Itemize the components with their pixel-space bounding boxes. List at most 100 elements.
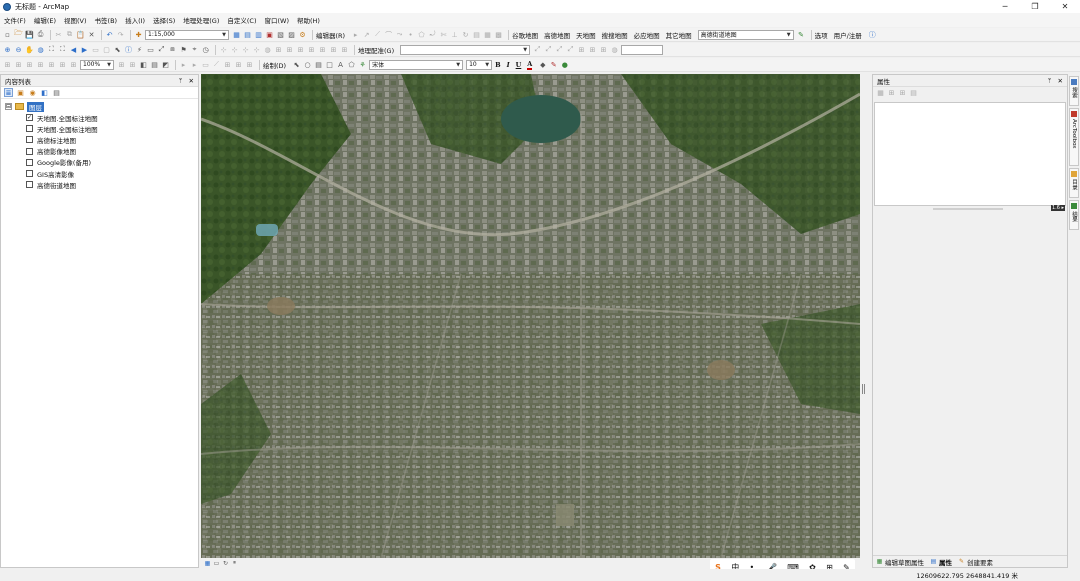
layout-tool-3-icon[interactable]: ⊞: [25, 60, 34, 69]
point-icon[interactable]: •: [406, 30, 415, 39]
options-icon[interactable]: ▤: [52, 88, 61, 97]
python-window-icon[interactable]: ▨: [287, 30, 296, 39]
layer-row[interactable]: 高德街道地图: [1, 179, 198, 190]
layer-visibility-checkbox[interactable]: [26, 158, 33, 166]
georef-tool-9-icon[interactable]: ⊞: [307, 45, 316, 54]
undo-icon[interactable]: ↶: [105, 30, 114, 39]
georef-tool-10-icon[interactable]: ⊞: [318, 45, 327, 54]
layer-name[interactable]: 高德街道地图: [37, 180, 76, 190]
side-tab-arctoolbox[interactable]: ArcToolbox: [1069, 108, 1079, 166]
pan-icon[interactable]: ✋: [25, 45, 34, 54]
info-icon[interactable]: ⓘ: [868, 30, 877, 39]
zoom-out-icon[interactable]: ⊖: [14, 45, 23, 54]
map-source-bing[interactable]: 必应地图: [634, 30, 660, 40]
rotate-element-icon[interactable]: ○: [303, 60, 312, 69]
side-tab-catalog[interactable]: 目录: [1069, 168, 1079, 198]
layout-tool-10-icon[interactable]: ◧: [139, 60, 148, 69]
html-popup-icon[interactable]: ▭: [146, 45, 155, 54]
find-icon[interactable]: ⧈: [168, 45, 177, 54]
layer-visibility-checkbox[interactable]: [26, 181, 33, 189]
full-extent-icon[interactable]: ◍: [36, 45, 45, 54]
layer-row[interactable]: GIS高清影像: [1, 168, 198, 179]
split-icon[interactable]: ⊥: [450, 30, 459, 39]
font-name-combo[interactable]: 宋体 ▼: [369, 59, 464, 70]
underline-button[interactable]: U: [516, 61, 522, 69]
zoom-in-icon[interactable]: ⊕: [3, 45, 12, 54]
georef-tool-20-icon[interactable]: ◍: [610, 45, 619, 54]
hyperlink-icon[interactable]: ⚡: [135, 45, 144, 54]
layer-name[interactable]: 天地图.全国标注地图: [37, 124, 98, 134]
delete-icon[interactable]: ✕: [87, 30, 96, 39]
editor-toolbar-icon[interactable]: ▦: [232, 30, 241, 39]
layer-visibility-checkbox[interactable]: [26, 170, 33, 178]
line-color-icon[interactable]: ✎: [549, 60, 558, 69]
fixed-zoom-out-icon[interactable]: ⛶: [58, 45, 67, 54]
layer-group-name[interactable]: 图层: [27, 101, 44, 112]
menu-file[interactable]: 文件(F): [4, 15, 26, 25]
select-elements-pointer-icon[interactable]: ⬉: [292, 60, 301, 69]
layout-tool-1-icon[interactable]: ⊞: [3, 60, 12, 69]
layer-row[interactable]: ✓ 天地图.全国标注地图: [1, 112, 198, 123]
layout-tool-2-icon[interactable]: ⊞: [14, 60, 23, 69]
georef-tool-16-icon[interactable]: ⤢: [566, 45, 575, 54]
layout-tool-11-icon[interactable]: ▤: [150, 60, 159, 69]
layer-group-row[interactable]: ⊟ 图层: [1, 101, 198, 112]
marker-color-icon[interactable]: ●: [560, 60, 569, 69]
layout-tool-12-icon[interactable]: ◩: [161, 60, 170, 69]
edit-vertices-draw-icon[interactable]: ⬠: [347, 60, 356, 69]
properties-close-icon[interactable]: ✕: [1058, 77, 1063, 85]
create-features-icon[interactable]: ▩: [494, 30, 503, 39]
data-view-icon[interactable]: ▦: [204, 560, 211, 567]
arctoolbox-icon[interactable]: ▧: [276, 30, 285, 39]
measure-icon[interactable]: ⤢: [157, 45, 166, 54]
properties-scrollbar[interactable]: [933, 208, 1003, 210]
list-by-drawing-order-icon[interactable]: ≣: [4, 88, 13, 97]
sketch-properties-icon[interactable]: ▦: [483, 30, 492, 39]
close-button[interactable]: ✕: [1050, 0, 1080, 13]
georef-tool-19-icon[interactable]: ⊞: [599, 45, 608, 54]
font-size-combo[interactable]: 10 ▼: [466, 59, 493, 70]
italic-button[interactable]: I: [507, 61, 510, 69]
georef-tool-5-icon[interactable]: ◍: [263, 45, 272, 54]
menu-insert[interactable]: 插入(I): [125, 15, 145, 25]
layer-row[interactable]: 高德标注地图: [1, 134, 198, 145]
pin-icon[interactable]: ᛘ: [1048, 77, 1052, 85]
search-window-icon[interactable]: ▣: [265, 30, 274, 39]
list-by-visibility-icon[interactable]: ◉: [28, 88, 37, 97]
layer-row[interactable]: 天地图.全国标注地图: [1, 123, 198, 134]
layer-visibility-checkbox[interactable]: [26, 125, 33, 133]
font-color-button[interactable]: A: [527, 60, 533, 70]
properties-tool-1-icon[interactable]: ▦: [876, 89, 885, 98]
menu-selection[interactable]: 选择(S): [153, 15, 175, 25]
georef-tool-18-icon[interactable]: ⊞: [588, 45, 597, 54]
map-display[interactable]: [201, 74, 860, 558]
layout-tool-6-icon[interactable]: ⊞: [58, 60, 67, 69]
layout-tool-8-icon[interactable]: ⊞: [117, 60, 126, 69]
effects-tool-1-icon[interactable]: ▸: [179, 60, 188, 69]
minimize-button[interactable]: ─: [990, 0, 1020, 13]
collapse-icon[interactable]: ⊟: [5, 103, 12, 110]
georef-tool-13-icon[interactable]: ⤢: [533, 45, 542, 54]
panel-splitter[interactable]: [862, 384, 865, 394]
effects-tool-7-icon[interactable]: ⊞: [245, 60, 254, 69]
list-by-source-icon[interactable]: ▣: [16, 88, 25, 97]
effects-tool-5-icon[interactable]: ⊞: [223, 60, 232, 69]
bold-button[interactable]: B: [495, 61, 501, 69]
menu-edit[interactable]: 编辑(E): [34, 15, 56, 25]
trace-icon[interactable]: ⤳: [395, 30, 404, 39]
menu-customize[interactable]: 自定义(C): [227, 15, 256, 25]
model-builder-icon[interactable]: ⚙: [298, 30, 307, 39]
draw-menu[interactable]: 绘制(D): [263, 60, 286, 70]
layout-tool-4-icon[interactable]: ⊞: [36, 60, 45, 69]
rotate-icon[interactable]: ↻: [461, 30, 470, 39]
layout-view-icon[interactable]: ▭: [213, 560, 220, 567]
go-to-xy-icon[interactable]: ⌖: [190, 45, 199, 54]
map-source-other[interactable]: 其它地图: [666, 30, 692, 40]
edit-tool-icon[interactable]: ▸: [351, 30, 360, 39]
toc-window-icon[interactable]: ▤: [243, 30, 252, 39]
zoom-to-selected-icon[interactable]: ▤: [314, 60, 323, 69]
toc-close-icon[interactable]: ✕: [189, 77, 194, 85]
time-slider-icon[interactable]: ◷: [201, 45, 210, 54]
layer-name[interactable]: 天地图.全国标注地图: [37, 113, 98, 123]
properties-tool-4-icon[interactable]: ▤: [909, 89, 918, 98]
